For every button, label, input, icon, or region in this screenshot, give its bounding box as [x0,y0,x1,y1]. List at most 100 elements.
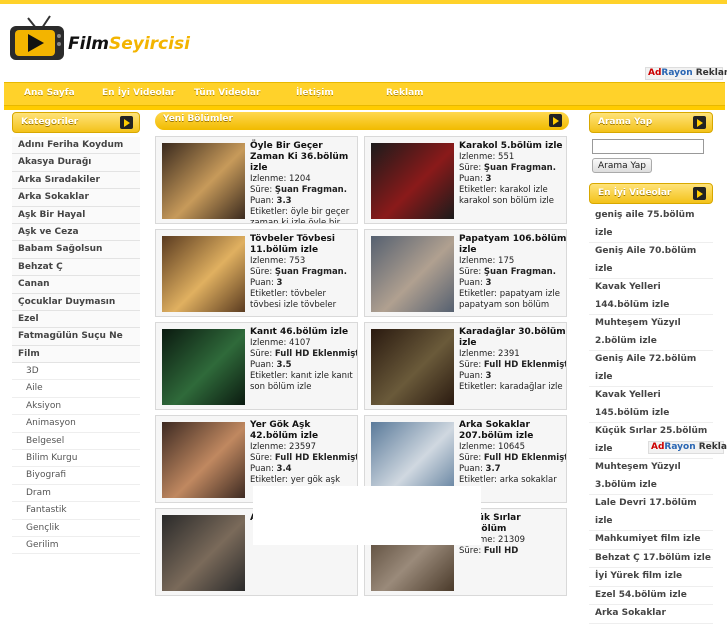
category-item[interactable]: Adını Feriha Koydum [12,137,140,155]
episode-thumbnail[interactable] [162,422,245,498]
category-item[interactable]: Aşk Bir Hayal [12,206,140,224]
best-video-link[interactable]: Geniş Aile 72.bölüm izle [589,351,713,387]
duration-label: Süre: [250,349,273,359]
popup-overlay[interactable] [253,486,481,545]
subcategory-item[interactable]: Aksiyon [12,397,140,416]
episode-thumbnail[interactable] [371,329,454,405]
play-icon [120,116,133,129]
episode-tags: Etiketler: tövbeler tövbesi izle tövbele… [250,289,357,311]
episode-title-link[interactable]: Karakol 5.bölüm izle [459,141,566,152]
category-item[interactable]: Arka Sokaklar [12,189,140,207]
best-video-link[interactable]: İyi Yürek film izle [589,568,713,587]
duration-value: Full HD Eklenmiştir. [274,349,357,359]
episode-title-link[interactable]: Kanıt 46.bölüm izle [250,327,357,338]
subcategory-item[interactable]: Biyografi [12,467,140,485]
adrayon-ad-badge[interactable]: AdRayon Reklam [645,67,727,80]
site-logo[interactable]: FilmSeyircisi [6,12,190,62]
search-input[interactable] [592,139,704,154]
category-item[interactable]: Aşk ve Ceza [12,223,140,242]
subcategory-item[interactable]: Fantastik [12,502,140,520]
episode-title-link[interactable]: Arka Sokaklar 207.bölüm izle [459,420,566,442]
best-videos-header: En İyi Videolar [589,183,713,204]
views-label: İzlenme: [250,338,287,348]
nav-best-videos[interactable]: En İyi Videolar [102,88,175,98]
episode-score: Puan: 3 [459,278,566,289]
nav-all-videos[interactable]: Tüm Videolar [194,88,260,98]
subcategory-item[interactable]: 3D [12,363,140,381]
episode-card[interactable]: Öyle Bir Geçer Zaman Ki 36.bölüm izle İzl… [155,136,358,224]
episode-info: Karadağlar 30.bölüm izle İzlenme: 2391 Sür… [459,327,566,393]
best-video-link[interactable]: Lale Devri 17.bölüm izle [589,495,713,531]
subcategory-item[interactable]: Animasyon [12,415,140,433]
subcategory-item[interactable]: Bilim Kurgu [12,450,140,468]
duration-label: Süre: [250,185,273,195]
nav-underline [4,106,725,110]
episode-title-link[interactable]: Yer Gök Aşk 42.bölüm izle [250,420,357,442]
episode-thumbnail[interactable] [162,329,245,405]
episode-card[interactable]: Tövbeler Tövbesi 11.bölüm izle İzlenme: 7… [155,229,358,317]
episode-thumbnail[interactable] [162,143,245,219]
episode-duration: Süre: Full HD [459,546,566,557]
episode-title-link[interactable]: Karadağlar 30.bölüm izle [459,327,566,349]
duration-value: Şuan Fragman. [274,267,347,277]
category-item[interactable]: Babam Sağolsun [12,241,140,259]
episode-thumbnail[interactable] [371,236,454,312]
best-video-link[interactable]: Mahkumiyet film izle [589,531,713,550]
duration-value: Şuan Fragman. [483,163,556,173]
best-video-link[interactable]: Kavak Yelleri 144.bölüm izle [589,279,713,315]
best-video-link[interactable]: Geniş Aile 70.bölüm izle [589,243,713,279]
episode-title-link[interactable]: Papatyam 106.bölüm izle [459,234,566,256]
adrayon-ad-badge-overlay[interactable]: AdRayon Reklam [648,441,727,454]
subcategory-item[interactable]: Dram [12,484,140,503]
duration-label: Süre: [459,163,482,173]
episode-duration: Süre: Şuan Fragman. [250,267,357,278]
category-item[interactable]: Arka Sıradakiler [12,171,140,190]
subcategory-item[interactable]: Aile [12,380,140,398]
score-label: Puan: [250,278,274,288]
score-value: 3 [485,371,492,381]
category-item[interactable]: Film [12,345,140,364]
score-label: Puan: [459,464,483,474]
nav-advertise[interactable]: Reklam [386,88,424,98]
best-video-link[interactable]: Ezel 54.bölüm izle [589,587,713,605]
episode-card[interactable]: Papatyam 106.bölüm izle İzlenme: 175 Süre:… [364,229,567,317]
episode-views: İzlenme: 4107 [250,338,357,349]
category-item[interactable]: Behzat Ç [12,258,140,277]
episode-card[interactable]: Karadağlar 30.bölüm izle İzlenme: 2391 Sür… [364,322,567,410]
best-video-link[interactable]: Muhteşem Yüzyıl 2.bölüm izle [589,315,713,351]
nav-home[interactable]: Ana Sayfa [24,88,75,98]
best-video-link[interactable]: Muhteşem Yüzyıl 3.bölüm izle [589,459,713,495]
episode-card[interactable]: Karakol 5.bölüm izle İzlenme: 551 Süre: Şu… [364,136,567,224]
category-item[interactable]: Ezel [12,310,140,329]
best-video-link[interactable]: Arka Sokaklar [589,605,713,624]
episode-score: Puan: 3.7 [459,464,566,475]
category-item[interactable]: Canan [12,276,140,294]
episode-thumbnail[interactable] [162,515,245,591]
episode-info: Karakol 5.bölüm izle İzlenme: 551 Süre: Şu… [459,141,566,207]
category-list: Adını Feriha Koydum Akasya Durağı Arka S… [12,137,140,555]
episode-title-link[interactable]: Öyle Bir Geçer Zaman Ki 36.bölüm izle [250,141,357,174]
best-video-link[interactable]: geniş aile 75.bölüm izle [589,207,713,243]
new-episodes-header: Yeni Bölümler [155,112,569,130]
search-title: Arama Yap [598,117,653,127]
category-item[interactable]: Fatmagülün Suçu Ne [12,328,140,346]
episode-card[interactable]: Kanıt 46.bölüm izle İzlenme: 4107 Süre: Fu… [155,322,358,410]
subcategory-item[interactable]: Belgesel [12,432,140,451]
views-label: İzlenme: [250,174,287,184]
category-item[interactable]: Akasya Durağı [12,154,140,172]
subcategory-item[interactable]: Gerilim [12,536,140,555]
best-video-link[interactable]: Behzat Ç 17.bölüm izle [589,550,713,568]
episode-title-link[interactable]: Tövbeler Tövbesi 11.bölüm izle [250,234,357,256]
category-item[interactable]: Çocuklar Duymasın [12,293,140,311]
episode-tags: Etiketler: yer gök aşk [250,475,357,486]
best-video-link[interactable]: Kavak Yelleri 145.bölüm izle [589,387,713,423]
episode-thumbnail[interactable] [371,143,454,219]
subcategory-item[interactable]: Gençlik [12,519,140,537]
nav-contact[interactable]: İletişim [296,88,334,98]
search-button[interactable]: Arama Yap [592,158,652,173]
tags-label: Etiketler: [250,371,289,381]
episode-info: Tövbeler Tövbesi 11.bölüm izle İzlenme: 7… [250,234,357,311]
episode-views: İzlenme: 2391 [459,349,566,360]
episode-thumbnail[interactable] [162,236,245,312]
views-value: 2391 [498,349,520,359]
